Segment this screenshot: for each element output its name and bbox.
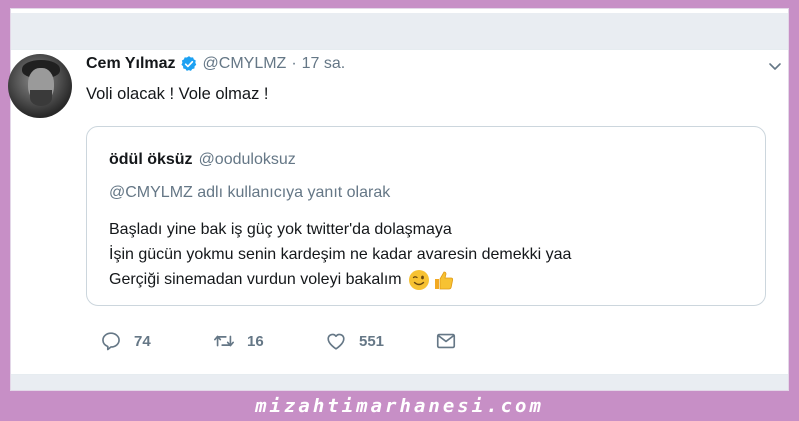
tweet-actions: 74 16 551	[0, 324, 799, 358]
wink-emoji-icon	[408, 269, 429, 290]
tweet-header: Cem Yılmaz @CMYLMZ · 17 sa.	[86, 53, 345, 75]
quoted-header: ödül öksüz @ooduloksuz	[109, 151, 296, 169]
thumbs-up-emoji-icon	[434, 271, 453, 289]
author-handle[interactable]: @CMYLMZ	[203, 55, 287, 73]
meta-separator: ·	[291, 55, 297, 72]
top-edge	[11, 9, 788, 13]
tweet-timestamp[interactable]: 17 sa.	[302, 55, 346, 73]
tweet-text: Voli olacak ! Vole olmaz !	[86, 85, 269, 103]
quoted-tweet[interactable]: ödül öksüz @ooduloksuz @CMYLMZ adlı kull…	[86, 126, 766, 306]
top-divider	[11, 49, 788, 50]
quoted-line-1: Başladı yine bak iş güç yok twitter'da d…	[109, 221, 452, 238]
message-button[interactable]	[435, 324, 469, 358]
quoted-text-line: İşin gücün yokmu senin kardeşim ne kadar…	[109, 242, 571, 267]
quoted-text-line: Gerçiği sinemadan vurdun voleyi bakalım	[109, 267, 571, 292]
quoted-line-3: Gerçiği sinemadan vurdun voleyi bakalım	[109, 271, 402, 288]
reply-context: @CMYLMZ adlı kullanıcıya yanıt olarak	[109, 184, 391, 201]
retweet-icon	[214, 335, 234, 347]
quoted-author-handle: @ooduloksuz	[198, 151, 296, 168]
bottom-separator	[11, 374, 788, 390]
retweet-count: 16	[247, 332, 264, 350]
like-icon	[327, 333, 345, 350]
quoted-line-2: İşin gücün yokmu senin kardeşim ne kadar…	[109, 246, 572, 263]
site-watermark: mizahtimarhanesi.com	[255, 395, 544, 417]
quoted-text: Başladı yine bak iş güç yok twitter'da d…	[109, 217, 571, 292]
verified-badge-icon	[180, 56, 196, 71]
message-icon	[436, 333, 456, 349]
quoted-author-name: ödül öksüz	[109, 151, 193, 168]
author-name[interactable]: Cem Yılmaz	[86, 55, 176, 73]
author-avatar[interactable]	[8, 54, 72, 118]
like-button[interactable]: 551	[325, 324, 384, 358]
quoted-text-line: Başladı yine bak iş güç yok twitter'da d…	[109, 217, 571, 242]
top-separator	[11, 9, 788, 49]
reply-icon	[102, 332, 120, 351]
like-count: 551	[359, 332, 385, 350]
avatar-beard	[30, 90, 52, 106]
retweet-button[interactable]: 16	[213, 324, 264, 358]
chevron-down-icon[interactable]	[768, 60, 782, 74]
reply-button[interactable]: 74	[100, 324, 151, 358]
reply-count: 74	[134, 332, 151, 350]
